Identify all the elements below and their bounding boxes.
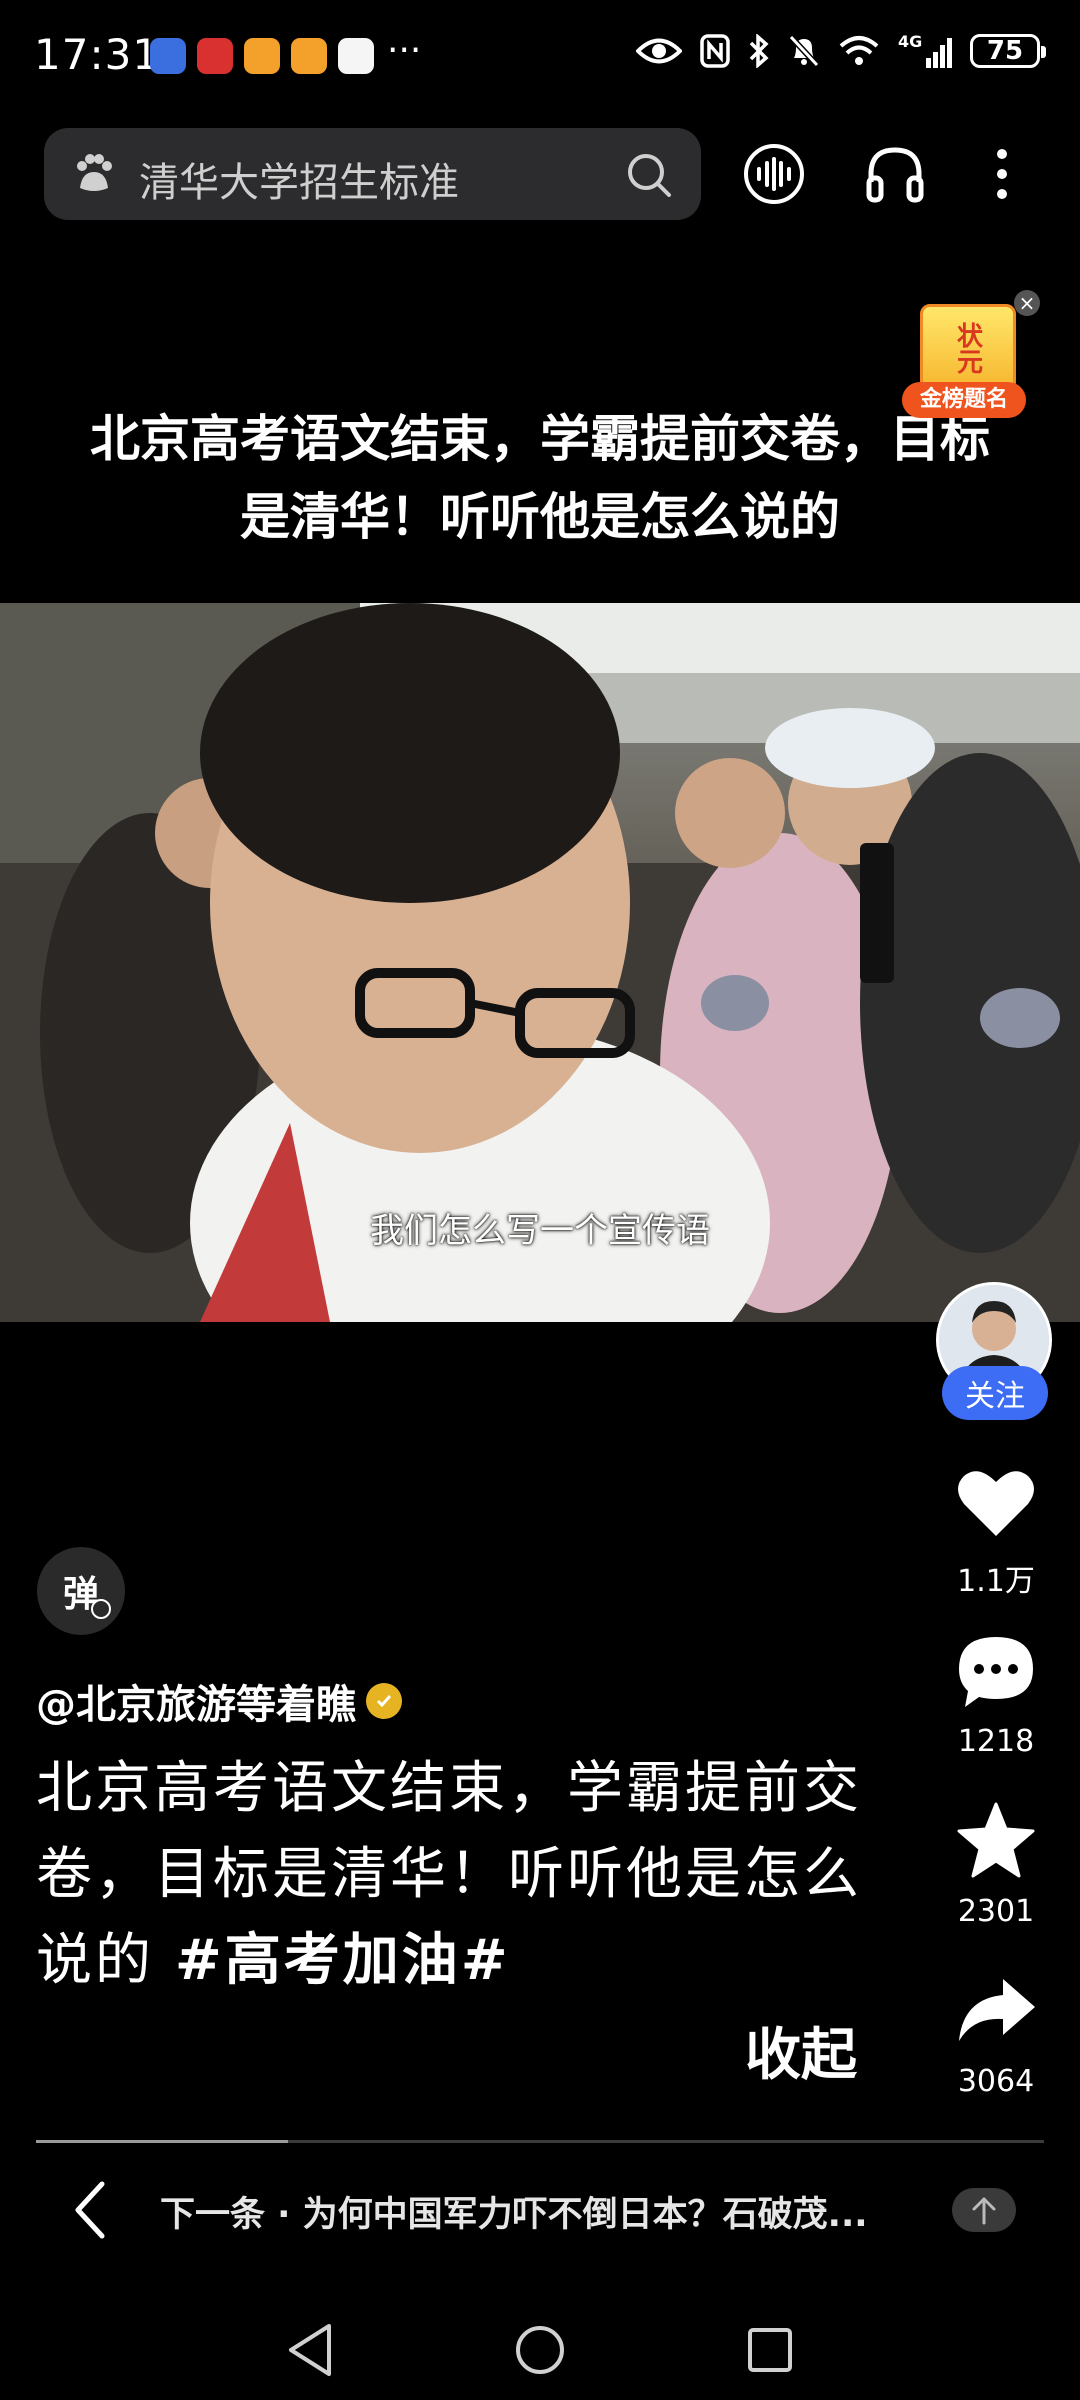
nav-recents-icon[interactable] xyxy=(730,2310,810,2390)
status-bar: 17:31 ··· 4G 75 xyxy=(0,0,1080,115)
share-count: 3064 xyxy=(957,2064,1035,2099)
star-icon[interactable] xyxy=(944,1792,1048,1888)
nav-home-icon[interactable] xyxy=(500,2310,580,2390)
voice-search-icon[interactable] xyxy=(734,134,814,214)
search-bar[interactable]: 清华大学招生标准 xyxy=(44,128,701,220)
share-icon[interactable] xyxy=(944,1962,1048,2058)
baidu-paw-icon xyxy=(77,154,112,191)
comment-count: 1218 xyxy=(957,1724,1035,1759)
notification-app-icon xyxy=(338,38,374,74)
status-icons: 4G 75 xyxy=(636,32,1046,68)
promo-label: 金榜题名 xyxy=(902,382,1026,418)
wifi-icon xyxy=(839,36,879,65)
back-chevron-icon[interactable] xyxy=(70,2180,110,2240)
notification-app-icon xyxy=(197,38,233,74)
cellular-signal-icon: 4G xyxy=(898,32,952,68)
favorite-count: 2301 xyxy=(957,1894,1035,1929)
comment-icon[interactable] xyxy=(944,1624,1048,1720)
follow-button[interactable]: 关注 xyxy=(942,1366,1048,1420)
bluetooth-icon xyxy=(749,34,769,68)
like-icon[interactable] xyxy=(944,1454,1048,1550)
verified-badge-icon xyxy=(366,1683,402,1719)
notification-app-icon xyxy=(150,38,186,74)
search-query: 清华大学招生标准 xyxy=(139,160,459,206)
mute-bell-icon xyxy=(788,34,820,68)
author-name[interactable]: @北京旅游等着瞧 xyxy=(36,1672,402,1730)
arrow-up-icon[interactable] xyxy=(952,2188,1016,2232)
like-count: 1.1万 xyxy=(957,1564,1035,1599)
video-heading: 北京高考语文结束，学霸提前交卷，目标 是清华！听听他是怎么说的 xyxy=(40,400,1040,556)
more-options-icon[interactable] xyxy=(962,134,1042,214)
battery-indicator: 75 xyxy=(970,34,1046,68)
network-type: 4G xyxy=(898,32,923,51)
video-subtitle: 我们怎么写一个宣传语 xyxy=(370,1211,710,1251)
weibo-icon xyxy=(244,38,280,74)
nav-back-icon[interactable] xyxy=(270,2310,350,2390)
search-icon xyxy=(628,154,671,197)
hashtag-link[interactable]: #高考加油# xyxy=(175,1928,511,1993)
collapse-button[interactable]: 收起 xyxy=(745,2010,857,2091)
video-progress-fill xyxy=(36,2140,288,2143)
promo-close-icon[interactable]: × xyxy=(1014,290,1040,316)
danmaku-toggle[interactable]: 弹 xyxy=(37,1547,125,1635)
next-video-link[interactable]: 下一条 · 为何中国军力吓不倒日本？石破茂... xyxy=(160,2186,950,2237)
weibo-icon xyxy=(291,38,327,74)
status-time: 17:31 xyxy=(34,30,161,79)
video-player[interactable]: 我们怎么写一个宣传语 xyxy=(0,603,1080,1322)
post-caption: 北京高考语文结束，学霸提前交卷，目标是清华！听听他是怎么说的 #高考加油# xyxy=(36,1746,876,2004)
video-heading-line: 是清华！听听他是怎么说的 xyxy=(240,488,840,546)
video-heading-line: 北京高考语文结束，学霸提前交卷，目标 xyxy=(90,410,990,468)
eye-icon xyxy=(636,38,682,64)
more-notifications-icon: ··· xyxy=(387,30,422,71)
headphones-icon[interactable] xyxy=(855,134,935,214)
promo-badge[interactable]: × 状元 金榜题名 xyxy=(902,290,1040,430)
danmaku-off-icon xyxy=(91,1599,111,1619)
nfc-icon xyxy=(700,34,730,68)
promo-scroll: 状元 xyxy=(920,304,1016,392)
